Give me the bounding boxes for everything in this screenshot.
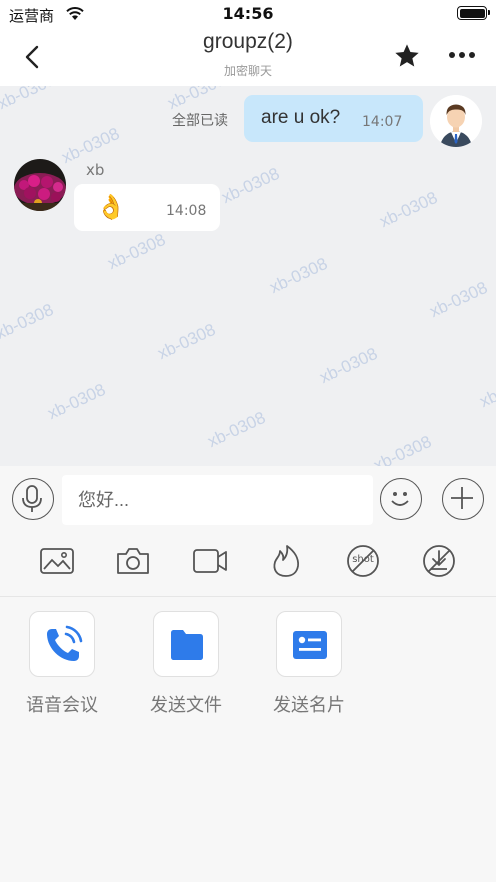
no-screenshot-text: shot — [352, 554, 374, 565]
watermark: xb-0308 — [476, 367, 496, 412]
my-avatar[interactable] — [430, 95, 482, 147]
watermark: xb-0308 — [0, 183, 3, 228]
more-icon[interactable] — [447, 45, 477, 65]
watermark: xb-0308 — [0, 299, 57, 344]
no-screenshot-icon[interactable]: shot — [345, 544, 381, 578]
send-file-action[interactable]: 发送文件 — [136, 611, 236, 721]
watermark: xb-0308 — [154, 319, 219, 364]
image-icon[interactable] — [39, 544, 75, 578]
smiley-icon — [391, 492, 409, 507]
outgoing-message-bubble[interactable]: are u ok? 14:07 — [244, 95, 423, 142]
watermark: xb-0308 — [204, 407, 269, 452]
send-card-label: 发送名片 — [273, 695, 345, 716]
burn-after-reading-icon[interactable] — [268, 544, 304, 578]
watermark: xb-0308 — [44, 379, 109, 424]
video-icon[interactable] — [192, 544, 228, 578]
voice-conference-tile[interactable] — [29, 611, 95, 677]
battery-icon — [457, 6, 490, 20]
status-bar: 运营商 14:56 — [0, 0, 496, 30]
emoji-button[interactable] — [380, 478, 422, 520]
chat-area[interactable]: xb-0308 xb-0308 xb-0308 xb-0308 xb-0308 … — [0, 86, 496, 466]
ok-hand-emoji: 👌 — [96, 193, 126, 221]
watermark: xb-0308 — [370, 431, 435, 466]
chat-title: groupz(2) — [203, 30, 293, 53]
watermark: xb-0308 — [104, 229, 169, 274]
voice-conference-action[interactable]: 语音会议 — [12, 611, 112, 721]
nav-bar: groupz(2) 加密聊天 — [0, 30, 496, 86]
send-file-tile[interactable] — [153, 611, 219, 677]
camera-icon[interactable] — [115, 544, 151, 578]
voice-input-button[interactable] — [12, 478, 54, 520]
watermark: xb-0308 — [266, 253, 331, 298]
voice-conference-label: 语音会议 — [26, 695, 98, 716]
message-text: are u ok? — [261, 107, 341, 128]
flower-photo-avatar — [14, 159, 66, 211]
watermark: xb-0308 — [0, 86, 59, 114]
chat-subtitle: 加密聊天 — [223, 64, 272, 78]
panel-divider — [0, 596, 496, 597]
folder-icon — [171, 630, 203, 660]
withdraw-icon[interactable] — [421, 544, 457, 578]
read-status-label: 全部已读 — [172, 113, 228, 129]
send-card-action[interactable]: 发送名片 — [259, 611, 359, 721]
watermark: xb-0308 — [376, 187, 441, 232]
incoming-message-bubble[interactable]: 👌 14:08 — [74, 184, 220, 231]
watermark: xb-0308 — [426, 277, 491, 322]
phone-icon — [47, 625, 83, 661]
more-actions-button[interactable] — [442, 478, 484, 520]
watermark: xb-0308 — [218, 163, 283, 208]
send-file-label: 发送文件 — [150, 695, 222, 716]
send-card-tile[interactable] — [276, 611, 342, 677]
star-icon[interactable] — [393, 42, 421, 70]
sender-avatar[interactable] — [14, 159, 66, 211]
contact-card-icon — [293, 631, 327, 659]
input-panel: shot 语音会议 发送文件 — [0, 466, 496, 882]
status-time: 14:56 — [222, 4, 274, 23]
message-input[interactable] — [62, 475, 373, 525]
message-time: 14:08 — [166, 203, 207, 219]
sender-name: xb — [86, 161, 105, 179]
microphone-icon — [22, 485, 43, 513]
message-time: 14:07 — [362, 114, 403, 130]
businessman-avatar-icon — [430, 95, 482, 147]
watermark: xb-0308 — [316, 343, 381, 388]
plus-icon — [451, 487, 474, 510]
